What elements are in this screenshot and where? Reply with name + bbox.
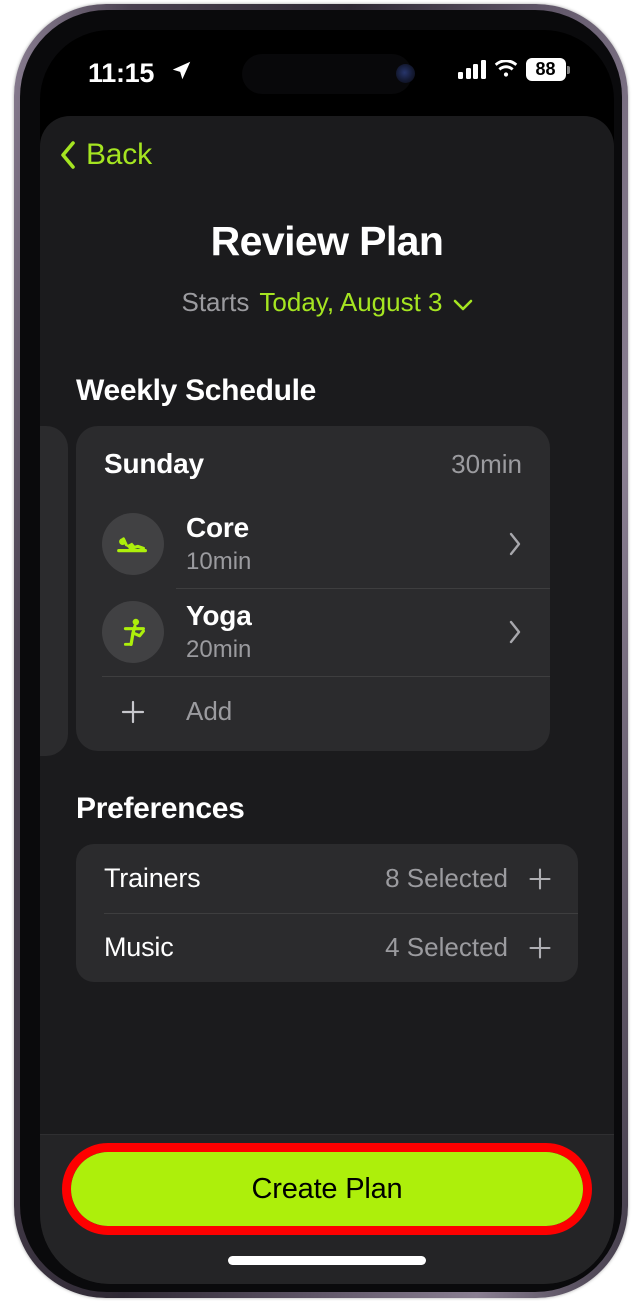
bottom-action-bar: Create Plan [40, 1134, 614, 1284]
preference-row-trainers[interactable]: Trainers 8 Selected [76, 844, 578, 913]
preference-label: Music [104, 932, 174, 962]
chevron-down-icon[interactable] [453, 299, 473, 311]
chevron-left-icon [61, 141, 75, 169]
front-camera-icon [396, 64, 415, 83]
status-bar: 11:15 88 [40, 30, 614, 116]
plus-icon [102, 699, 164, 725]
schedule-carousel[interactable]: Sunday 30min Core 10min Yoga 20min Add [40, 426, 614, 756]
workout-text: Core 10min [186, 512, 508, 576]
previous-day-card[interactable] [40, 426, 68, 756]
phone-bezel: 11:15 88 Back Review Plan Starts Today, … [20, 10, 622, 1292]
workout-duration: 10min [186, 548, 252, 575]
starts-date-value[interactable]: Today, August 3 [259, 287, 442, 318]
preferences-heading: Preferences [76, 792, 245, 825]
navigation-bar: Back [40, 116, 614, 194]
day-name: Sunday [104, 448, 204, 479]
yoga-workout-icon [102, 601, 164, 663]
add-workout-row[interactable]: Add [76, 676, 550, 751]
phone-frame: 11:15 88 Back Review Plan Starts Today, … [14, 4, 628, 1298]
preference-label: Trainers [104, 863, 201, 893]
wifi-icon [494, 60, 517, 77]
location-arrow-icon [172, 61, 191, 80]
add-workout-label: Add [186, 696, 233, 726]
page-title: Review Plan [210, 218, 444, 264]
back-button[interactable]: Back [60, 138, 152, 172]
chevron-right-icon[interactable] [508, 532, 522, 556]
day-card-header: Sunday 30min [76, 426, 550, 500]
status-bar-indicators: 88 [458, 58, 570, 81]
battery-nub [567, 65, 570, 74]
workout-text: Yoga 20min [186, 600, 508, 664]
home-indicator[interactable] [228, 1256, 426, 1265]
preference-value: 8 Selected [385, 863, 508, 893]
preference-value: 4 Selected [385, 932, 508, 962]
start-date-row[interactable]: Starts Today, August 3 [40, 287, 614, 318]
workout-name: Core [186, 512, 249, 543]
day-total-duration: 30min [451, 448, 522, 479]
workout-name: Yoga [186, 600, 252, 631]
back-button-label: Back [86, 138, 152, 171]
status-bar-time: 11:15 [88, 58, 155, 88]
battery-indicator: 88 [525, 58, 566, 81]
phone-screen: 11:15 88 Back Review Plan Starts Today, … [40, 30, 614, 1284]
chevron-right-icon[interactable] [508, 620, 522, 644]
core-workout-icon [102, 513, 164, 575]
create-plan-button[interactable]: Create Plan [71, 1152, 583, 1226]
workout-row-core[interactable]: Core 10min [76, 500, 550, 588]
app-content: Back Review Plan Starts Today, August 3 … [40, 116, 614, 1284]
workout-duration: 20min [186, 636, 252, 663]
cellular-signal-icon [458, 60, 486, 79]
plus-icon[interactable] [528, 867, 552, 891]
preference-row-music[interactable]: Music 4 Selected [76, 913, 578, 982]
starts-label: Starts [181, 287, 250, 317]
dynamic-island [242, 54, 412, 94]
workout-row-yoga[interactable]: Yoga 20min [76, 588, 550, 676]
day-card: Sunday 30min Core 10min Yoga 20min Add [76, 426, 550, 751]
plus-icon[interactable] [528, 936, 552, 960]
weekly-schedule-heading: Weekly Schedule [76, 374, 317, 407]
preferences-card: Trainers 8 Selected Music 4 Selected [76, 844, 578, 982]
